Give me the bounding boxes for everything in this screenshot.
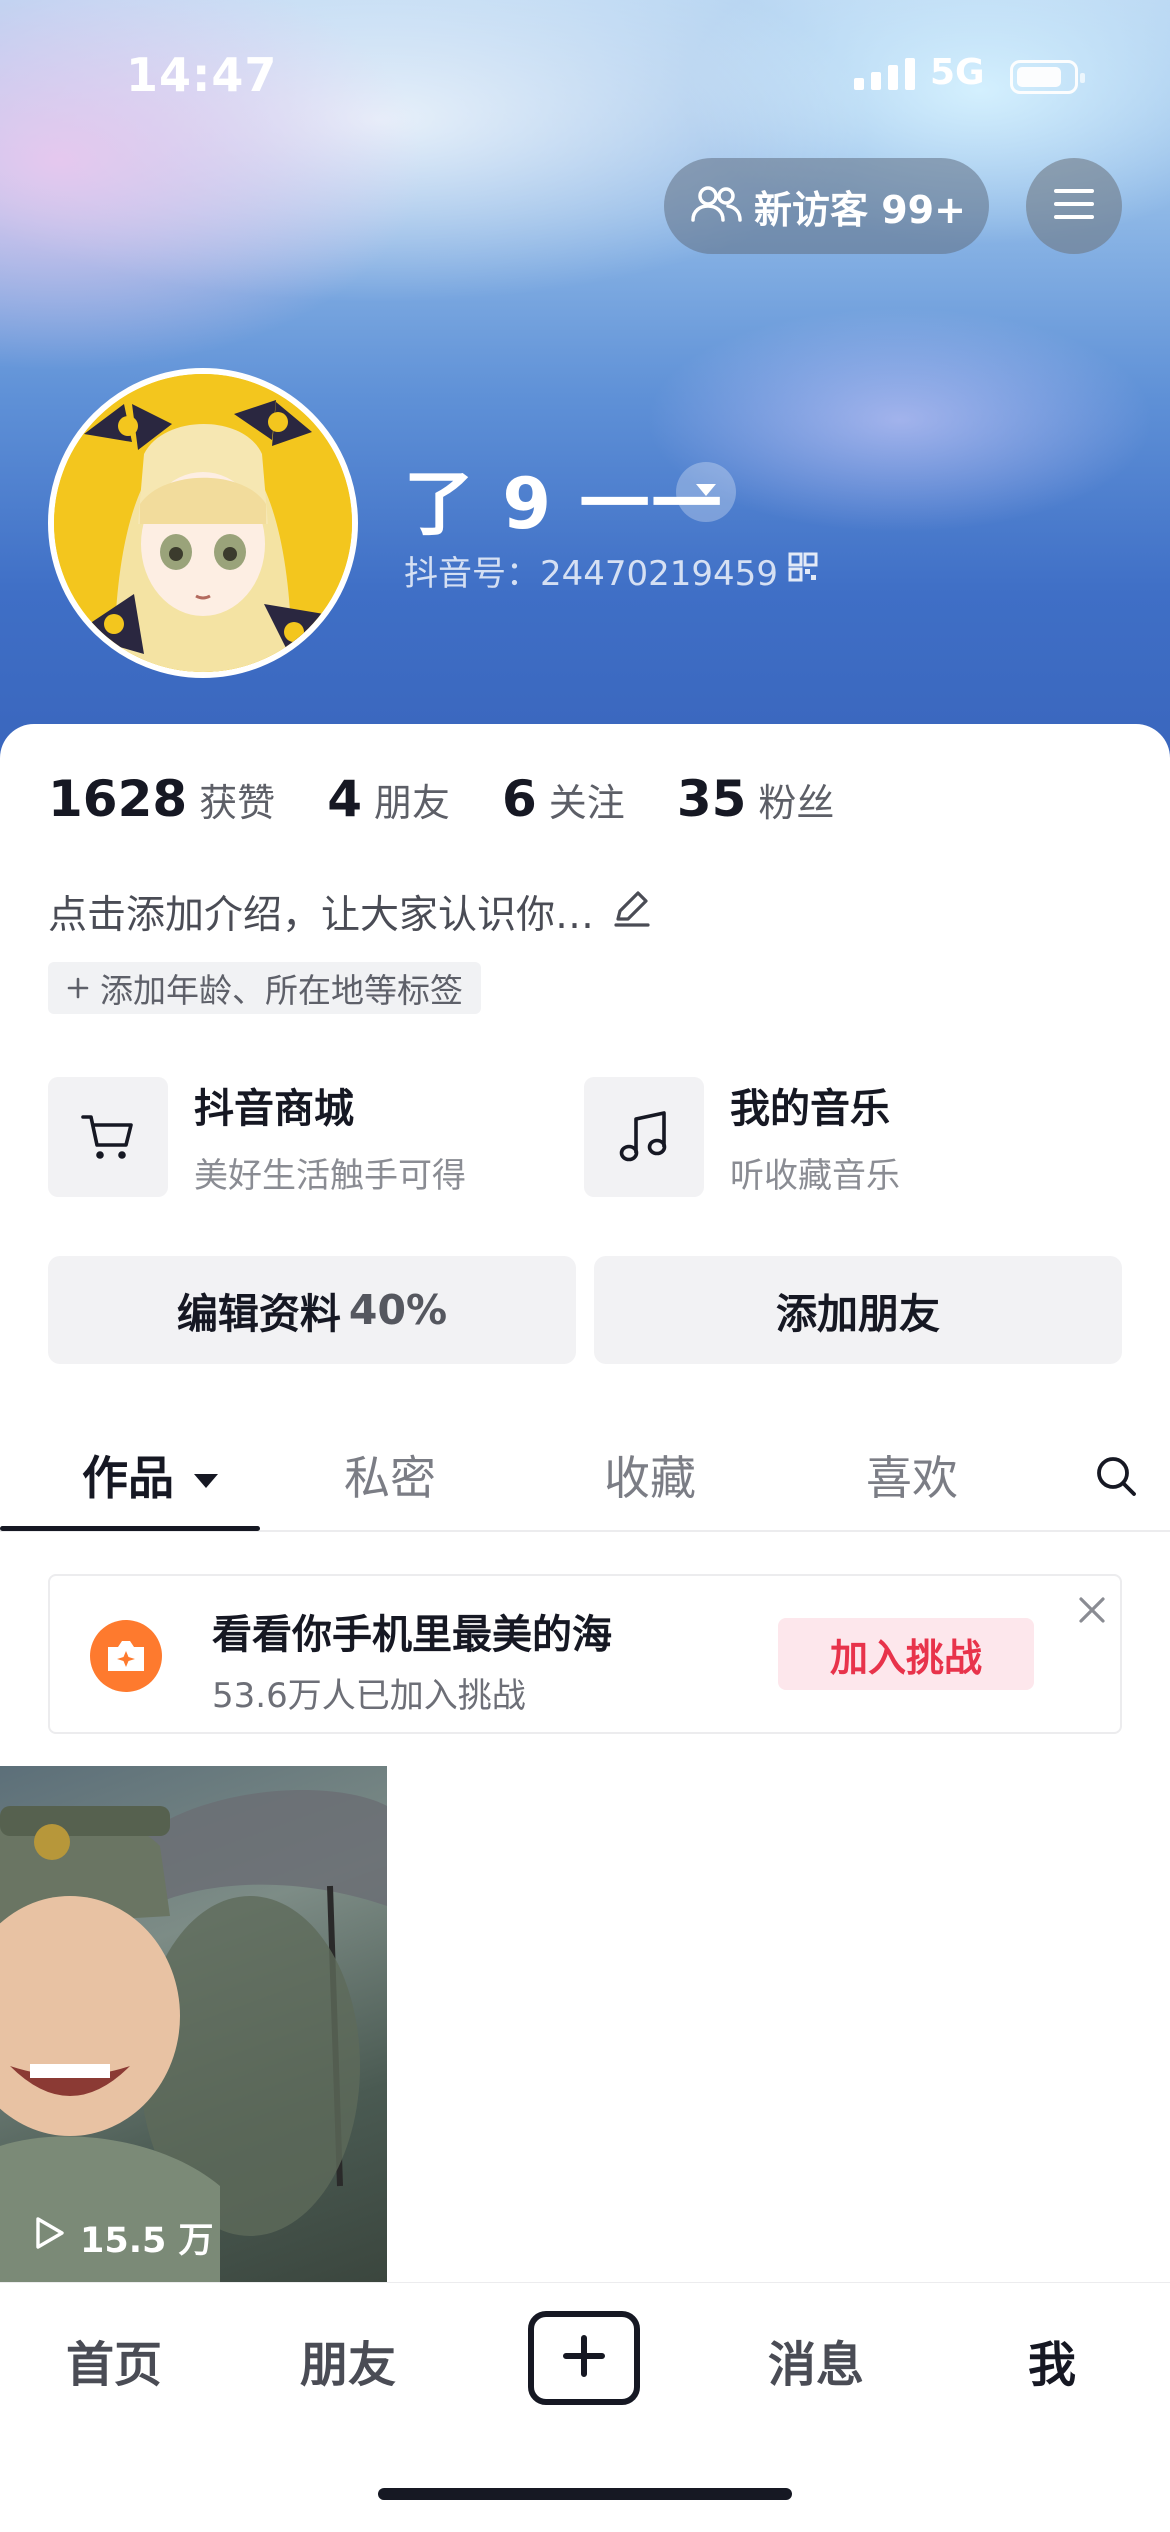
status-bar: 14:47 5G bbox=[0, 0, 1170, 150]
edit-profile-button[interactable]: 编辑资料 40% bbox=[48, 1256, 576, 1364]
play-icon bbox=[30, 2214, 68, 2261]
status-time: 14:47 bbox=[126, 48, 278, 102]
add-friend-button[interactable]: 添加朋友 bbox=[594, 1256, 1122, 1364]
profile-completion: 40% bbox=[348, 1286, 448, 1334]
add-tags-label: 添加年龄、所在地等标签 bbox=[100, 971, 463, 1010]
tab-favorites[interactable]: 收藏 bbox=[604, 1442, 696, 1508]
people-icon bbox=[690, 184, 742, 228]
network-type: 5G bbox=[930, 52, 985, 93]
bio-prompt[interactable]: 点击添加介绍，让大家认识你… bbox=[48, 884, 654, 940]
tab-works[interactable]: 作品 bbox=[82, 1442, 220, 1508]
tab-private[interactable]: 私密 bbox=[344, 1442, 436, 1508]
new-visitors-button[interactable]: 新访客 99+ bbox=[664, 158, 989, 254]
active-tab-indicator bbox=[0, 1526, 260, 1531]
nav-messages[interactable]: 消息 bbox=[768, 2325, 864, 2395]
pencil-icon bbox=[610, 885, 654, 939]
edit-profile-label: 编辑资料 bbox=[176, 1290, 341, 1338]
create-button[interactable] bbox=[528, 2311, 640, 2405]
profile-stats: 1628 获赞 4 朋友 6 关注 35 粉丝 bbox=[48, 770, 886, 828]
challenge-card[interactable]: 看看你手机里最美的海 53.6万人已加入挑战 加入挑战 bbox=[48, 1574, 1122, 1734]
battery-icon bbox=[1010, 60, 1085, 94]
cart-icon bbox=[48, 1076, 168, 1197]
join-challenge-button[interactable]: 加入挑战 bbox=[778, 1618, 1034, 1690]
stat-value: 6 bbox=[502, 770, 537, 828]
plus-icon bbox=[66, 969, 90, 1008]
stat-value: 4 bbox=[327, 770, 362, 828]
video-thumbnail[interactable] bbox=[0, 1766, 387, 2282]
challenge-title: 看看你手机里最美的海 bbox=[212, 1612, 612, 1658]
caret-down-icon bbox=[192, 1448, 220, 1502]
add-friend-label: 添加朋友 bbox=[776, 1290, 940, 1338]
stat-label: 关注 bbox=[548, 781, 625, 825]
caret-down-icon bbox=[694, 482, 718, 502]
stat-likes[interactable]: 1628 获赞 bbox=[48, 770, 275, 828]
stat-label: 粉丝 bbox=[758, 781, 835, 825]
music-note-icon bbox=[584, 1076, 704, 1197]
stat-following[interactable]: 6 关注 bbox=[502, 770, 625, 828]
nav-home[interactable]: 首页 bbox=[66, 2325, 162, 2395]
shop-subtitle: 美好生活触手可得 bbox=[194, 1156, 466, 1196]
shop-title: 抖音商城 bbox=[194, 1086, 354, 1132]
nav-me[interactable]: 我 bbox=[1028, 2325, 1076, 2395]
close-icon[interactable] bbox=[1072, 1590, 1112, 1630]
username[interactable]: 了 9 一一 bbox=[404, 448, 723, 549]
stat-label: 朋友 bbox=[373, 781, 450, 825]
plus-icon bbox=[562, 2334, 606, 2382]
tab-likes[interactable]: 喜欢 bbox=[866, 1442, 958, 1508]
stat-friends[interactable]: 4 朋友 bbox=[327, 770, 450, 828]
qr-code-icon[interactable] bbox=[788, 551, 818, 591]
search-icon[interactable] bbox=[1094, 1454, 1138, 1502]
menu-button[interactable] bbox=[1026, 158, 1122, 254]
nav-friends[interactable]: 朋友 bbox=[300, 2325, 396, 2395]
stat-followers[interactable]: 35 粉丝 bbox=[677, 770, 835, 828]
music-subtitle: 听收藏音乐 bbox=[730, 1156, 900, 1196]
hamburger-icon bbox=[1052, 186, 1096, 226]
douyin-id-text: 抖音号：24470219459 bbox=[404, 554, 778, 594]
home-indicator bbox=[378, 2488, 792, 2500]
avatar[interactable] bbox=[48, 368, 358, 678]
music-entry[interactable]: 我的音乐 听收藏音乐 bbox=[584, 1076, 900, 1197]
stat-value: 35 bbox=[676, 770, 747, 828]
douyin-id[interactable]: 抖音号：24470219459 bbox=[404, 546, 818, 595]
challenge-subtitle: 53.6万人已加入挑战 bbox=[212, 1676, 526, 1716]
play-count-text: 15.5 万 bbox=[80, 2221, 214, 2261]
signal-icon bbox=[854, 58, 915, 90]
tab-label: 作品 bbox=[82, 1451, 174, 1505]
visitor-label: 新访客 99+ bbox=[754, 187, 966, 232]
account-switch-button[interactable] bbox=[676, 462, 736, 522]
stat-value: 1628 bbox=[48, 770, 188, 828]
camera-icon bbox=[90, 1620, 162, 1692]
music-title: 我的音乐 bbox=[730, 1086, 890, 1132]
stat-label: 获赞 bbox=[199, 781, 276, 825]
add-tags-chip[interactable]: 添加年龄、所在地等标签 bbox=[48, 962, 481, 1014]
shop-entry[interactable]: 抖音商城 美好生活触手可得 bbox=[48, 1076, 466, 1197]
play-count: 15.5 万 bbox=[30, 2212, 214, 2263]
bio-text: 点击添加介绍，让大家认识你… bbox=[48, 893, 595, 938]
